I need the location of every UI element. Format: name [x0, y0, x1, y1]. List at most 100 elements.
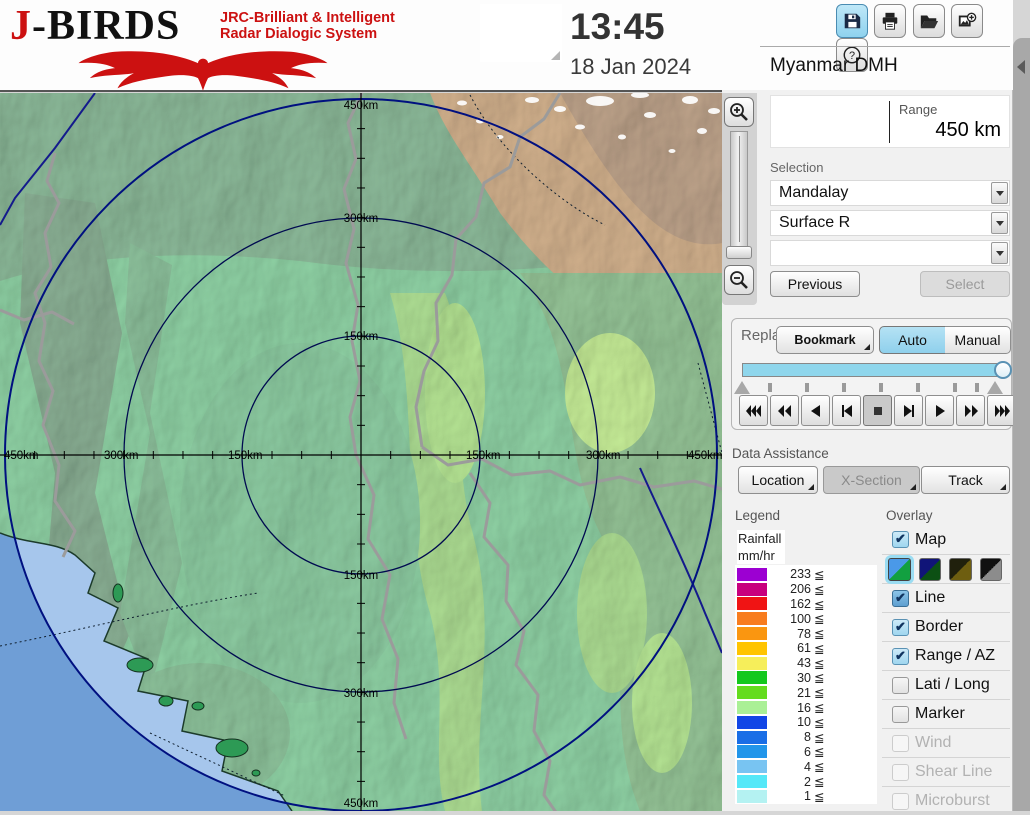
snapshot-button[interactable]	[951, 4, 983, 38]
legend-lte-symbol: ≦	[814, 656, 824, 671]
replay-slider[interactable]	[742, 363, 1004, 377]
checkbox[interactable]	[892, 706, 909, 723]
dropdown-button[interactable]	[991, 182, 1008, 204]
map-zoom-control	[722, 93, 757, 305]
map-style-swatch-3[interactable]	[949, 558, 972, 581]
panel-collapse-strip[interactable]	[1013, 38, 1030, 811]
divider	[889, 101, 890, 143]
map-style-swatch-2[interactable]	[919, 558, 942, 581]
overlay-item-line[interactable]: ✔ Line	[882, 583, 1010, 612]
legend-row: 6≦	[735, 745, 877, 760]
rewind-fastest-button[interactable]	[739, 395, 768, 426]
checkbox[interactable]	[892, 677, 909, 694]
legend-row: 1≦	[735, 789, 877, 804]
open-folder-button[interactable]	[913, 4, 945, 38]
slider-start-marker[interactable]	[734, 381, 750, 394]
legend-row: 2≦	[735, 774, 877, 789]
bookmark-button[interactable]: Bookmark	[776, 326, 874, 354]
rewind-fast-button[interactable]	[770, 395, 799, 426]
manual-button[interactable]: Manual	[945, 326, 1011, 354]
legend-lte-symbol: ≦	[814, 744, 824, 759]
overlay-item-map[interactable]: ✔Map	[882, 525, 1010, 554]
range-ring-label: 150km	[466, 450, 501, 462]
zoom-slider-track[interactable]	[730, 131, 748, 247]
checkbox[interactable]: ✔	[892, 590, 909, 607]
track-button[interactable]: Track	[921, 466, 1010, 494]
xsection-button[interactable]: X-Section	[823, 466, 920, 494]
range-ring-label: 300km	[104, 450, 139, 462]
save-button[interactable]	[836, 4, 868, 38]
rainfall-legend: 233≦206≦162≦100≦78≦61≦43≦30≦21≦16≦10≦8≦6…	[735, 565, 877, 804]
overlay-list: ✔Map✔Line✔Border✔Range / AZLati / LongMa…	[882, 525, 1010, 815]
overlay-label: Marker	[915, 705, 965, 723]
legend-color-swatch	[737, 657, 767, 670]
slider-thumb[interactable]	[994, 361, 1012, 379]
legend-lte-symbol: ≦	[814, 759, 824, 774]
chevron-down-icon	[996, 251, 1004, 256]
legend-value: 16	[767, 701, 811, 715]
checkbox	[892, 793, 909, 810]
legend-row: 30≦	[735, 671, 877, 686]
previous-button[interactable]: Previous	[770, 271, 860, 297]
slider-tick	[805, 383, 809, 392]
range-ring-label: 450km	[344, 798, 379, 810]
dropdown-button[interactable]	[991, 212, 1008, 234]
option-dropdown[interactable]	[770, 240, 1010, 266]
legend-value: 206	[767, 582, 811, 596]
zoom-out-button[interactable]	[724, 265, 754, 295]
step-back-button[interactable]	[832, 395, 861, 426]
overlay-label: Line	[915, 589, 945, 607]
overlay-item-marker[interactable]: Marker	[882, 699, 1010, 728]
slider-tick	[916, 383, 920, 392]
slider-end-marker[interactable]	[987, 381, 1003, 394]
zoom-slider-thumb[interactable]	[726, 246, 752, 259]
control-panel: ? Myanmar DMH Range 450 km Selection Man…	[722, 0, 1013, 811]
location-label: Location	[752, 472, 805, 488]
overlay-title: Overlay	[886, 508, 933, 523]
legend-lte-symbol: ≦	[814, 611, 824, 626]
site-dropdown[interactable]: Mandalay	[770, 180, 1010, 206]
zoom-in-button[interactable]	[724, 97, 754, 127]
step-forward-button[interactable]	[894, 395, 923, 426]
play-backward-button[interactable]	[801, 395, 830, 426]
forward-fastest-button[interactable]	[987, 395, 1016, 426]
site-dropdown-value: Mandalay	[779, 184, 848, 202]
legend-value: 4	[767, 760, 811, 774]
overlay-item-range-az[interactable]: ✔Range / AZ	[882, 641, 1010, 670]
product-dropdown[interactable]: Surface R	[770, 210, 1010, 236]
map-style-swatch-1[interactable]	[888, 558, 911, 581]
legend-unit: Rainfall mm/hr	[737, 530, 785, 564]
bookmark-label: Bookmark	[794, 333, 855, 347]
location-button[interactable]: Location	[738, 466, 818, 494]
range-ring-label: 150km	[228, 450, 263, 462]
overlay-item-border[interactable]: ✔Border	[882, 612, 1010, 641]
overlay-item-lati-long[interactable]: Lati / Long	[882, 670, 1010, 699]
legend-color-swatch	[737, 583, 767, 596]
overlay-item-shear-line: Shear Line	[882, 757, 1010, 786]
auto-button[interactable]: Auto	[879, 326, 946, 354]
chevron-down-icon	[996, 191, 1004, 196]
checkbox[interactable]: ✔	[892, 531, 909, 548]
radar-map-display[interactable]: 450km300km150km150km300km450km450km300km…	[0, 93, 722, 811]
legend-color-swatch	[737, 775, 767, 788]
checkbox[interactable]: ✔	[892, 619, 909, 636]
resize-grip[interactable]	[551, 51, 560, 60]
legend-value: 78	[767, 627, 811, 641]
legend-color-swatch	[737, 716, 767, 729]
legend-lte-symbol: ≦	[814, 789, 824, 804]
legend-color-swatch	[737, 701, 767, 714]
range-display: Range 450 km	[770, 95, 1010, 148]
checkbox[interactable]: ✔	[892, 648, 909, 665]
legend-value: 233	[767, 567, 811, 581]
dropdown-button[interactable]	[991, 242, 1008, 264]
legend-lte-symbol: ≦	[814, 567, 824, 582]
forward-fast-button[interactable]	[956, 395, 985, 426]
stop-button[interactable]	[863, 395, 892, 426]
clock-time: 13:45	[570, 6, 665, 48]
print-button[interactable]	[874, 4, 906, 38]
legend-color-swatch	[737, 568, 767, 581]
play-button[interactable]	[925, 395, 954, 426]
legend-value: 8	[767, 730, 811, 744]
legend-lte-symbol: ≦	[814, 685, 824, 700]
map-style-swatch-4[interactable]	[980, 558, 1003, 581]
